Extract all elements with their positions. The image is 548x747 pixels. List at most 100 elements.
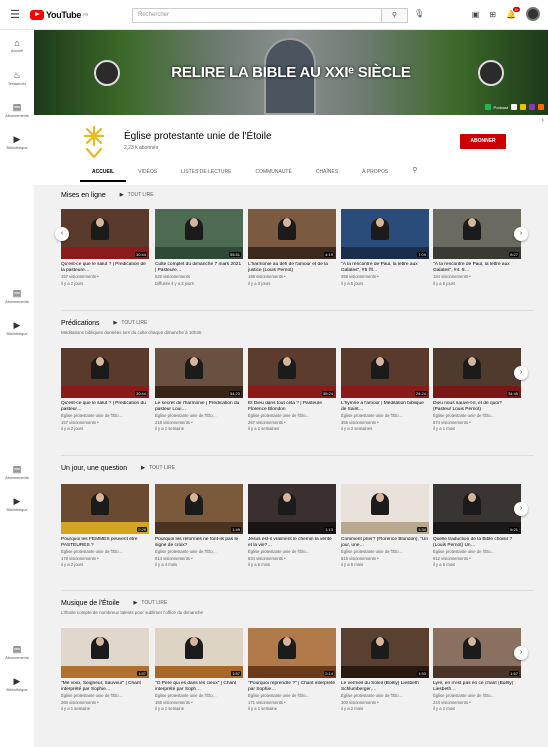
video-thumbnail[interactable]: 24:24 bbox=[341, 348, 429, 398]
sidebar-item-home[interactable]: ⌂ Accueil bbox=[0, 38, 34, 53]
video-thumbnail[interactable]: 35:24 bbox=[248, 348, 336, 398]
play-all-button[interactable]: ▶ TOUT LIRE bbox=[141, 465, 175, 471]
video-card[interactable]: 55:51 Culte complet du dimanche 7 mars 20… bbox=[155, 209, 243, 286]
video-card[interactable]: 24:24 L'hymne à l'amour | Méditation bibl… bbox=[341, 348, 429, 432]
website-link-icon[interactable] bbox=[511, 104, 517, 110]
video-card[interactable]: 1:13 Jésus est-il vraiment le chemin la v… bbox=[248, 484, 336, 568]
video-title[interactable]: Culte complet du dimanche 7 mars 2021 | … bbox=[155, 262, 243, 273]
sidebar-item-trending[interactable]: ♨ Tendances bbox=[0, 70, 34, 86]
video-title[interactable]: Qu'est-ce que le salut ? | Prédication d… bbox=[61, 262, 149, 273]
video-title[interactable]: Jésus est-il vraiment le chemin la vérit… bbox=[248, 537, 336, 548]
sidebar-item-subscriptions[interactable]: ▤ Abonnements bbox=[0, 644, 34, 660]
video-title[interactable]: Le secret de l'harmonie | Prédication du… bbox=[155, 401, 243, 412]
scroll-left-icon[interactable]: ‹ bbox=[55, 227, 69, 241]
video-card[interactable]: 30:44 Qu'est-ce que le salut ? | Prédicat… bbox=[61, 348, 149, 432]
video-title[interactable]: L'hymne à l'amour | Méditation biblique … bbox=[341, 401, 429, 412]
podcast-link-icon[interactable] bbox=[484, 104, 491, 110]
video-card[interactable]: 34:23 Le secret de l'harmonie | Prédicati… bbox=[155, 348, 243, 432]
sidebar-item-subscriptions[interactable]: ▤ Abonnements bbox=[0, 102, 34, 118]
video-thumbnail[interactable]: 1:13 bbox=[248, 484, 336, 534]
video-card[interactable]: 6:21 Quelle traduction de la Bible choisi… bbox=[433, 484, 521, 568]
notifications-icon[interactable]: 🔔 9+ bbox=[506, 6, 520, 19]
tab-channels[interactable]: CHAÎNES bbox=[304, 166, 350, 182]
video-title[interactable]: Pourquoi les FEMMES peuvent être PASTEUR… bbox=[61, 537, 149, 548]
video-title[interactable]: Pourquoi les réformés ne font-ils pas le… bbox=[155, 537, 243, 548]
video-title[interactable]: Comment prier? (Florence Blondon), "Un j… bbox=[341, 537, 429, 548]
youtube-logo[interactable]: YouTube FR bbox=[30, 9, 88, 20]
video-title[interactable]: Dieu nous sauve-t-il, et de quoi? (Paste… bbox=[433, 401, 521, 412]
video-title[interactable]: "Pourquoi reprendre ?" | Chant interprét… bbox=[248, 681, 336, 692]
tab-videos[interactable]: VIDÉOS bbox=[126, 166, 169, 182]
menu-icon[interactable]: ☰ bbox=[0, 8, 30, 21]
video-thumbnail[interactable]: 4:19 bbox=[248, 209, 336, 259]
video-thumbnail[interactable]: 1:57 bbox=[155, 628, 243, 678]
microphone-icon[interactable]: 🎙 bbox=[414, 9, 424, 18]
video-card[interactable]: 2:29 Pourquoi les FEMMES peuvent être PAS… bbox=[61, 484, 149, 568]
video-thumbnail[interactable]: 30:44 bbox=[61, 348, 149, 398]
video-thumbnail[interactable]: 30:44 bbox=[61, 209, 149, 259]
search-button[interactable]: ⚲ bbox=[382, 8, 408, 23]
subscribe-button[interactable]: ABONNER bbox=[460, 134, 506, 149]
shelf-title[interactable]: Un jour, une question bbox=[61, 465, 127, 472]
play-all-button[interactable]: ▶ TOUT LIRE bbox=[114, 320, 148, 326]
scroll-right-icon[interactable]: › bbox=[514, 366, 528, 380]
video-thumbnail[interactable]: 7:09 bbox=[341, 209, 429, 259]
video-thumbnail[interactable]: 55:51 bbox=[155, 209, 243, 259]
video-title[interactable]: Et Dieu dans tout cela ? | Pasteure Flor… bbox=[248, 401, 336, 412]
search-input[interactable]: Rechercher bbox=[132, 8, 382, 23]
tab-community[interactable]: COMMUNAUTÉ bbox=[243, 166, 303, 182]
video-thumbnail[interactable]: 1:57 bbox=[61, 628, 149, 678]
channel-logo-icon[interactable] bbox=[80, 125, 108, 159]
sidebar-item-library[interactable]: ▶ Bibliothèque bbox=[0, 496, 34, 512]
video-thumbnail[interactable]: 1:53 bbox=[341, 628, 429, 678]
video-thumbnail[interactable]: 6:21 bbox=[433, 484, 521, 534]
tab-about[interactable]: À PROPOS bbox=[350, 166, 400, 182]
video-card[interactable]: 30:44 Qu'est-ce que le salut ? | Prédicat… bbox=[61, 209, 149, 286]
scroll-right-icon[interactable]: › bbox=[514, 646, 528, 660]
tab-home[interactable]: ACCUEIL bbox=[80, 166, 127, 182]
video-title[interactable]: L'harmonie au défi de l'amour et de la j… bbox=[248, 262, 336, 273]
video-thumbnail[interactable]: 1:57 bbox=[433, 628, 521, 678]
video-card[interactable]: 1:53 Le vermeil du Soleil (Boëly) Liesbet… bbox=[341, 628, 429, 712]
video-card[interactable]: 1:57 "Mé voici, Seigneur, Sauveur" | Chan… bbox=[61, 628, 149, 712]
shelf-title[interactable]: Musique de l'Étoile bbox=[61, 600, 120, 607]
apps-icon[interactable]: ⊞ bbox=[489, 10, 496, 19]
rss-link-icon[interactable] bbox=[538, 104, 544, 110]
video-title[interactable]: "À la rencontre de Paul, la lettre aux G… bbox=[341, 262, 429, 273]
video-title[interactable]: "À la rencontre de Paul, la lettre aux G… bbox=[433, 262, 521, 273]
video-title[interactable]: Le vermeil du Soleil (Boëly) Liesbeth Sc… bbox=[341, 681, 429, 692]
sidebar-item-subscriptions[interactable]: ▤ Abonnements bbox=[0, 464, 34, 480]
video-card[interactable]: 1:34 Comment prier? (Florence Blondon), "… bbox=[341, 484, 429, 568]
video-card[interactable]: 4:19 L'harmonie au défi de l'amour et de … bbox=[248, 209, 336, 286]
shelf-title[interactable]: Mises en ligne bbox=[61, 192, 106, 199]
video-card[interactable]: 2:14 "Pourquoi reprendre ?" | Chant inter… bbox=[248, 628, 336, 712]
scroll-right-icon[interactable]: › bbox=[514, 227, 528, 241]
video-thumbnail[interactable]: 1:34 bbox=[341, 484, 429, 534]
sidebar-item-library[interactable]: ▶ Bibliothèque bbox=[0, 134, 34, 150]
play-all-button[interactable]: ▶ TOUT LIRE bbox=[134, 600, 168, 606]
video-card[interactable]: 8:27 "À la rencontre de Paul, la lettre a… bbox=[433, 209, 521, 286]
podcast-link[interactable]: Podcast bbox=[494, 105, 508, 110]
tabs-scroll-right-icon[interactable]: › bbox=[542, 117, 544, 124]
video-title[interactable]: Qu'est-ce que le salut ? | Prédication d… bbox=[61, 401, 149, 412]
video-card[interactable]: 7:09 "À la rencontre de Paul, la lettre a… bbox=[341, 209, 429, 286]
sidebar-item-subscriptions[interactable]: ▤ Abonnements bbox=[0, 288, 34, 304]
channel-search-icon[interactable]: ⚲ bbox=[400, 166, 429, 182]
video-title[interactable]: Lyre, en n'est pas en ce chant (Boëly) L… bbox=[433, 681, 521, 692]
video-thumbnail[interactable]: 2:14 bbox=[248, 628, 336, 678]
sidebar-item-library[interactable]: ▶ Bibliothèque bbox=[0, 320, 34, 336]
play-all-button[interactable]: ▶ TOUT LIRE bbox=[120, 192, 154, 198]
video-card[interactable]: 34:45 Dieu nous sauve-t-il, et de quoi? (… bbox=[433, 348, 521, 432]
avatar[interactable] bbox=[526, 7, 540, 21]
scroll-right-icon[interactable]: › bbox=[514, 502, 528, 516]
video-card[interactable]: 1:57 "Ô Père qui es dans les cieux" | Cha… bbox=[155, 628, 243, 712]
link-icon[interactable] bbox=[520, 104, 526, 110]
video-card[interactable]: 35:24 Et Dieu dans tout cela ? | Pasteure… bbox=[248, 348, 336, 432]
video-title[interactable]: "Ô Père qui es dans les cieux" | Chant i… bbox=[155, 681, 243, 692]
video-title[interactable]: Quelle traduction de la Bible choisir ? … bbox=[433, 537, 521, 548]
video-title[interactable]: "Mé voici, Seigneur, Sauveur" | Chant in… bbox=[61, 681, 149, 692]
video-card[interactable]: 1:49 Pourquoi les réformés ne font-ils pa… bbox=[155, 484, 243, 568]
shelf-title[interactable]: Prédications bbox=[61, 320, 100, 327]
video-thumbnail[interactable]: 2:29 bbox=[61, 484, 149, 534]
instagram-link-icon[interactable] bbox=[529, 104, 535, 110]
